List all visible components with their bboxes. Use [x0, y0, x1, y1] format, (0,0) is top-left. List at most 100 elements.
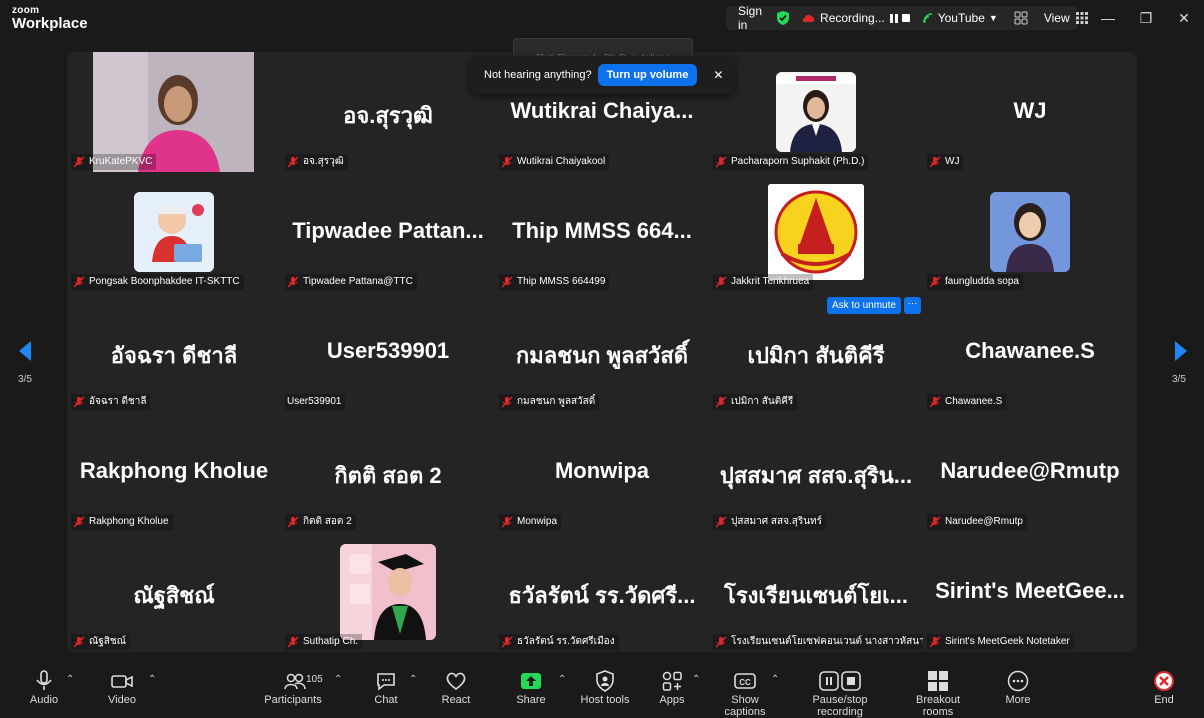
participant-name: Sirint's MeetGeek Notetaker: [945, 636, 1070, 647]
participant-tile[interactable]: กมลชนก พูลสวัสดิ์ กมลชนก พูลสวัสดิ์: [495, 292, 709, 412]
participant-name: Pongsak Boonphakdee IT-SKTTC: [89, 276, 240, 287]
participant-name: User539901: [287, 396, 342, 407]
react-button[interactable]: React: [436, 662, 476, 712]
heart-icon: [446, 672, 466, 690]
page-indicator-right: 3/5: [1172, 374, 1186, 385]
close-toast-icon[interactable]: ✕: [713, 68, 723, 82]
participant-name: ณัฐสิชณ์: [89, 636, 126, 647]
participant-name-label: faungludda sopa: [927, 274, 1023, 290]
youtube-stream-indicator[interactable]: YouTube ▼: [916, 6, 1004, 30]
end-x-icon: [1154, 671, 1174, 691]
participant-profile-photo: [768, 184, 864, 280]
host-tools-button[interactable]: Host tools: [578, 662, 632, 712]
close-icon[interactable]: ✕: [1174, 10, 1194, 27]
participant-tile[interactable]: faungludda sopa: [923, 172, 1137, 292]
participant-profile-photo: [340, 544, 436, 640]
participant-tile[interactable]: กิตติ สอต 2 กิตติ สอต 2: [281, 412, 495, 532]
audio-button[interactable]: Audio: [22, 662, 66, 712]
ask-to-unmute-button[interactable]: Ask to unmute: [827, 297, 901, 314]
participant-tile[interactable]: ธวัลรัตน์ รร.วัดศรี... ธวัลรัตน์ รร.วัดศ…: [495, 532, 709, 652]
participant-name-label: กมลชนก พูลสวัสดิ์: [499, 394, 600, 410]
apps-button[interactable]: Apps: [652, 662, 692, 712]
participant-tile[interactable]: Narudee@Rmutp Narudee@Rmutp: [923, 412, 1137, 532]
participant-display-name: Narudee@Rmutp: [940, 458, 1120, 483]
end-meeting-button[interactable]: End: [1146, 662, 1182, 712]
participant-tile[interactable]: Suthatip Ch.: [281, 532, 495, 652]
participant-tile[interactable]: User539901 User539901: [281, 292, 495, 412]
participant-more-button[interactable]: ···: [904, 297, 921, 314]
share-options-caret-icon[interactable]: ⌃: [558, 674, 566, 685]
turn-up-volume-button[interactable]: Turn up volume: [597, 64, 698, 86]
pause-stop-recording-icon: [819, 671, 861, 691]
participant-tile[interactable]: Chawanee.S Chawanee.S: [923, 292, 1137, 412]
participant-tile[interactable]: Sirint's MeetGee... Sirint's MeetGeek No…: [923, 532, 1137, 652]
chat-options-caret-icon[interactable]: ⌃: [409, 674, 417, 685]
participant-tile[interactable]: KruKatePKVC: [67, 52, 281, 172]
apps-options-caret-icon[interactable]: ⌃: [692, 674, 700, 685]
encryption-shield-icon[interactable]: [770, 6, 796, 30]
muted-mic-icon: [287, 276, 299, 288]
breakout-rooms-button[interactable]: Breakout rooms: [900, 662, 976, 718]
gallery-grid-icon[interactable]: [1004, 6, 1038, 30]
participant-tile[interactable]: โรงเรียนเซนต์โยเ... โรงเรียนเซนต์โยเซฟคอ…: [709, 532, 923, 652]
previous-page-arrow-icon[interactable]: [16, 340, 34, 362]
chat-button[interactable]: Chat: [366, 662, 406, 712]
audio-options-caret-icon[interactable]: ⌃: [66, 674, 74, 685]
participant-name: กิตติ สอต 2: [303, 516, 352, 527]
participant-name: ธวัลรัตน์ รร.วัดศรีเมือง: [517, 636, 615, 647]
svg-text:CC: CC: [739, 678, 751, 687]
pause-icon[interactable]: [889, 13, 898, 23]
participant-name: Suthatip Ch.: [303, 636, 359, 647]
pause-stop-recording-button[interactable]: Pause/stop recording: [790, 662, 890, 718]
participant-display-name: Monwipa: [554, 458, 650, 483]
participant-tile[interactable]: อัจฉรา ดีชาลี อัจฉรา ดีชาลี: [67, 292, 281, 412]
restore-icon[interactable]: ❐: [1136, 10, 1156, 27]
muted-mic-icon: [715, 276, 727, 288]
page-indicator-left: 3/5: [18, 374, 32, 385]
participant-name-label: โรงเรียนเซนต์โยเซฟคอนเวนต์ นางสาวหัสนา อ…: [713, 634, 923, 650]
participant-tile[interactable]: Jakkrit Tenkhruea: [709, 172, 923, 292]
muted-mic-icon: [287, 516, 299, 528]
participant-tile[interactable]: Rakphong Kholue Rakphong Kholue: [67, 412, 281, 532]
participant-tile[interactable]: Pongsak Boonphakdee IT-SKTTC: [67, 172, 281, 292]
sign-in-button[interactable]: Sign in: [726, 4, 770, 32]
more-dots-icon: [1007, 670, 1029, 692]
participant-name-label: KruKatePKVC: [71, 154, 157, 170]
minimize-icon[interactable]: —: [1098, 10, 1118, 26]
recording-indicator[interactable]: Recording...: [796, 6, 916, 30]
captions-options-caret-icon[interactable]: ⌃: [771, 674, 779, 685]
video-options-caret-icon[interactable]: ⌃: [148, 674, 156, 685]
participant-name: เปมิกา สันติคีรี: [731, 396, 794, 407]
host-tools-label: Host tools: [580, 694, 630, 706]
participant-display-name: กมลชนก พูลสวัสดิ์: [515, 343, 689, 368]
chat-bubble-icon: [377, 673, 395, 691]
participant-tile[interactable]: Pacharaporn Suphakit (Ph.D.): [709, 52, 923, 172]
participant-display-name: ณัฐสิชณ์: [133, 583, 215, 608]
participant-tile[interactable]: อจ.สุรวุฒิ อจ.สุรวุฒิ: [281, 52, 495, 172]
stop-icon[interactable]: [901, 14, 910, 22]
muted-mic-icon: [73, 396, 85, 408]
next-page-arrow-icon[interactable]: [1172, 340, 1190, 362]
participant-tile[interactable]: ณัฐสิชณ์ ณัฐสิชณ์: [67, 532, 281, 652]
participant-display-name: Tipwadee Pattan...: [292, 218, 484, 243]
participants-options-caret-icon[interactable]: ⌃: [334, 674, 342, 685]
view-button[interactable]: View: [1038, 6, 1094, 30]
participant-tile[interactable]: Thip MMSS 664... Thip MMSS 664499: [495, 172, 709, 292]
participant-tile[interactable]: Tipwadee Pattan... Tipwadee Pattana@TTC: [281, 172, 495, 292]
participant-display-name: Thip MMSS 664...: [512, 218, 692, 243]
more-label: More: [1005, 694, 1031, 706]
participants-button[interactable]: Participants: [262, 662, 324, 712]
participant-tile[interactable]: ปุสสมาศ สสจ.สุริน... ปุสสมาศ สสจ.สุรินทร…: [709, 412, 923, 532]
participant-name: โรงเรียนเซนต์โยเซฟคอนเวนต์ นางสาวหัสนา อ…: [731, 636, 923, 647]
breakout-rooms-icon: [928, 671, 948, 691]
participant-tile[interactable]: WJ WJ: [923, 52, 1137, 172]
participant-tile[interactable]: Monwipa Monwipa: [495, 412, 709, 532]
show-captions-button[interactable]: CC Show captions: [710, 662, 780, 718]
share-button[interactable]: Share: [510, 662, 552, 712]
muted-mic-icon: [287, 156, 299, 168]
more-button[interactable]: More: [998, 662, 1038, 712]
video-button[interactable]: Video: [100, 662, 144, 712]
muted-mic-icon: [501, 636, 513, 648]
participant-name: Chawanee.S: [945, 396, 1003, 407]
muted-mic-icon: [73, 276, 85, 288]
